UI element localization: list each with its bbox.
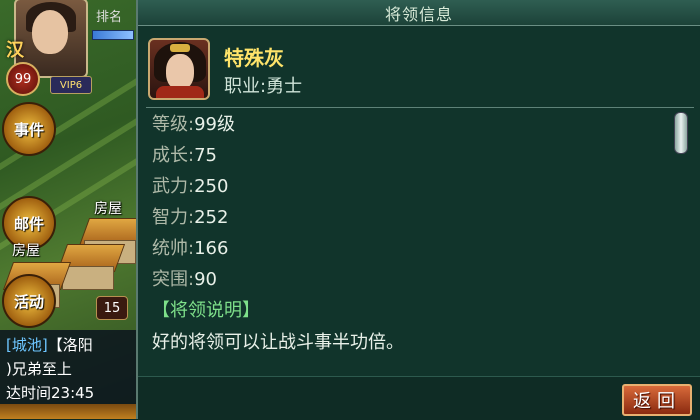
stat-label: 武力: — [152, 176, 195, 197]
back-button[interactable]: 返回 — [622, 384, 692, 416]
portrait-crown — [170, 44, 190, 52]
chat-channel-tag: [城池] — [6, 336, 48, 354]
stat-value: 99级 — [194, 114, 235, 135]
dialog-title-bar: 将领信息 — [138, 0, 700, 26]
general-portrait — [148, 38, 210, 100]
player-level-badge: 99 — [6, 62, 40, 96]
general-name: 特殊灰 — [224, 46, 284, 70]
chat-line: 达时间23:45 — [6, 384, 95, 402]
stat-force: 武力:250 — [152, 172, 228, 198]
vip-badge[interactable]: VIP6 — [50, 76, 92, 94]
stat-value: 252 — [194, 207, 229, 228]
game-background: 汉 99 VIP6 排名 事件 邮件 活动 房屋 房屋 15 [城池]【洛阳 )… — [0, 0, 140, 419]
stat-value: 75 — [194, 145, 217, 166]
general-profession: 职业:勇士 — [224, 76, 303, 97]
chat-line: [城池]【洛阳 — [6, 334, 93, 355]
exp-bar — [92, 30, 134, 40]
general-info-dialog: 将领信息 特殊灰 职业:勇士 等级:99级 成长:75 武力:250 智力:25… — [136, 0, 700, 420]
portrait-body — [156, 86, 204, 98]
avatar-face — [32, 10, 68, 54]
stat-breakout: 突围:90 — [152, 265, 217, 291]
portrait-face — [166, 54, 194, 90]
stat-label: 突围: — [152, 269, 195, 290]
house-label[interactable]: 房屋 — [94, 198, 122, 218]
rank-label[interactable]: 排名 — [96, 6, 122, 25]
activity-button[interactable]: 活动 — [2, 274, 56, 328]
chat-box[interactable]: [城池]【洛阳 )兄弟至上 达时间23:45 — [0, 330, 140, 408]
building-count-badge: 15 — [96, 296, 128, 320]
stat-level: 等级:99级 — [152, 110, 235, 136]
stats-scroll-area[interactable]: 等级:99级 成长:75 武力:250 智力:252 统帅:166 突围:90 … — [152, 110, 672, 370]
stat-value: 166 — [194, 238, 229, 259]
dialog-title: 将领信息 — [384, 4, 453, 24]
stat-label: 统帅: — [152, 238, 195, 259]
description-title: 【将领说明】 — [152, 300, 260, 321]
description-text: 好的将领可以让战斗事半功倍。 — [152, 332, 404, 353]
divider — [146, 107, 694, 108]
kingdom-badge: 汉 — [6, 40, 24, 61]
chat-text: 【洛阳 — [47, 336, 93, 354]
stat-value: 90 — [194, 269, 217, 290]
event-button[interactable]: 事件 — [2, 102, 56, 156]
stat-label: 成长: — [152, 145, 195, 166]
dialog-footer — [138, 376, 700, 420]
stat-label: 等级: — [152, 114, 195, 135]
stat-value: 250 — [194, 176, 229, 197]
stat-label: 智力: — [152, 207, 195, 228]
scrollbar-thumb[interactable] — [674, 112, 688, 154]
house-label[interactable]: 房屋 — [12, 240, 40, 260]
house-wall — [62, 266, 114, 290]
stat-growth: 成长:75 — [152, 141, 217, 167]
stat-command: 统帅:166 — [152, 234, 228, 260]
stat-intelligence: 智力:252 — [152, 203, 228, 229]
chat-line: )兄弟至上 — [6, 360, 72, 378]
bottom-toolbar — [0, 404, 140, 419]
scrollbar[interactable] — [674, 112, 688, 368]
